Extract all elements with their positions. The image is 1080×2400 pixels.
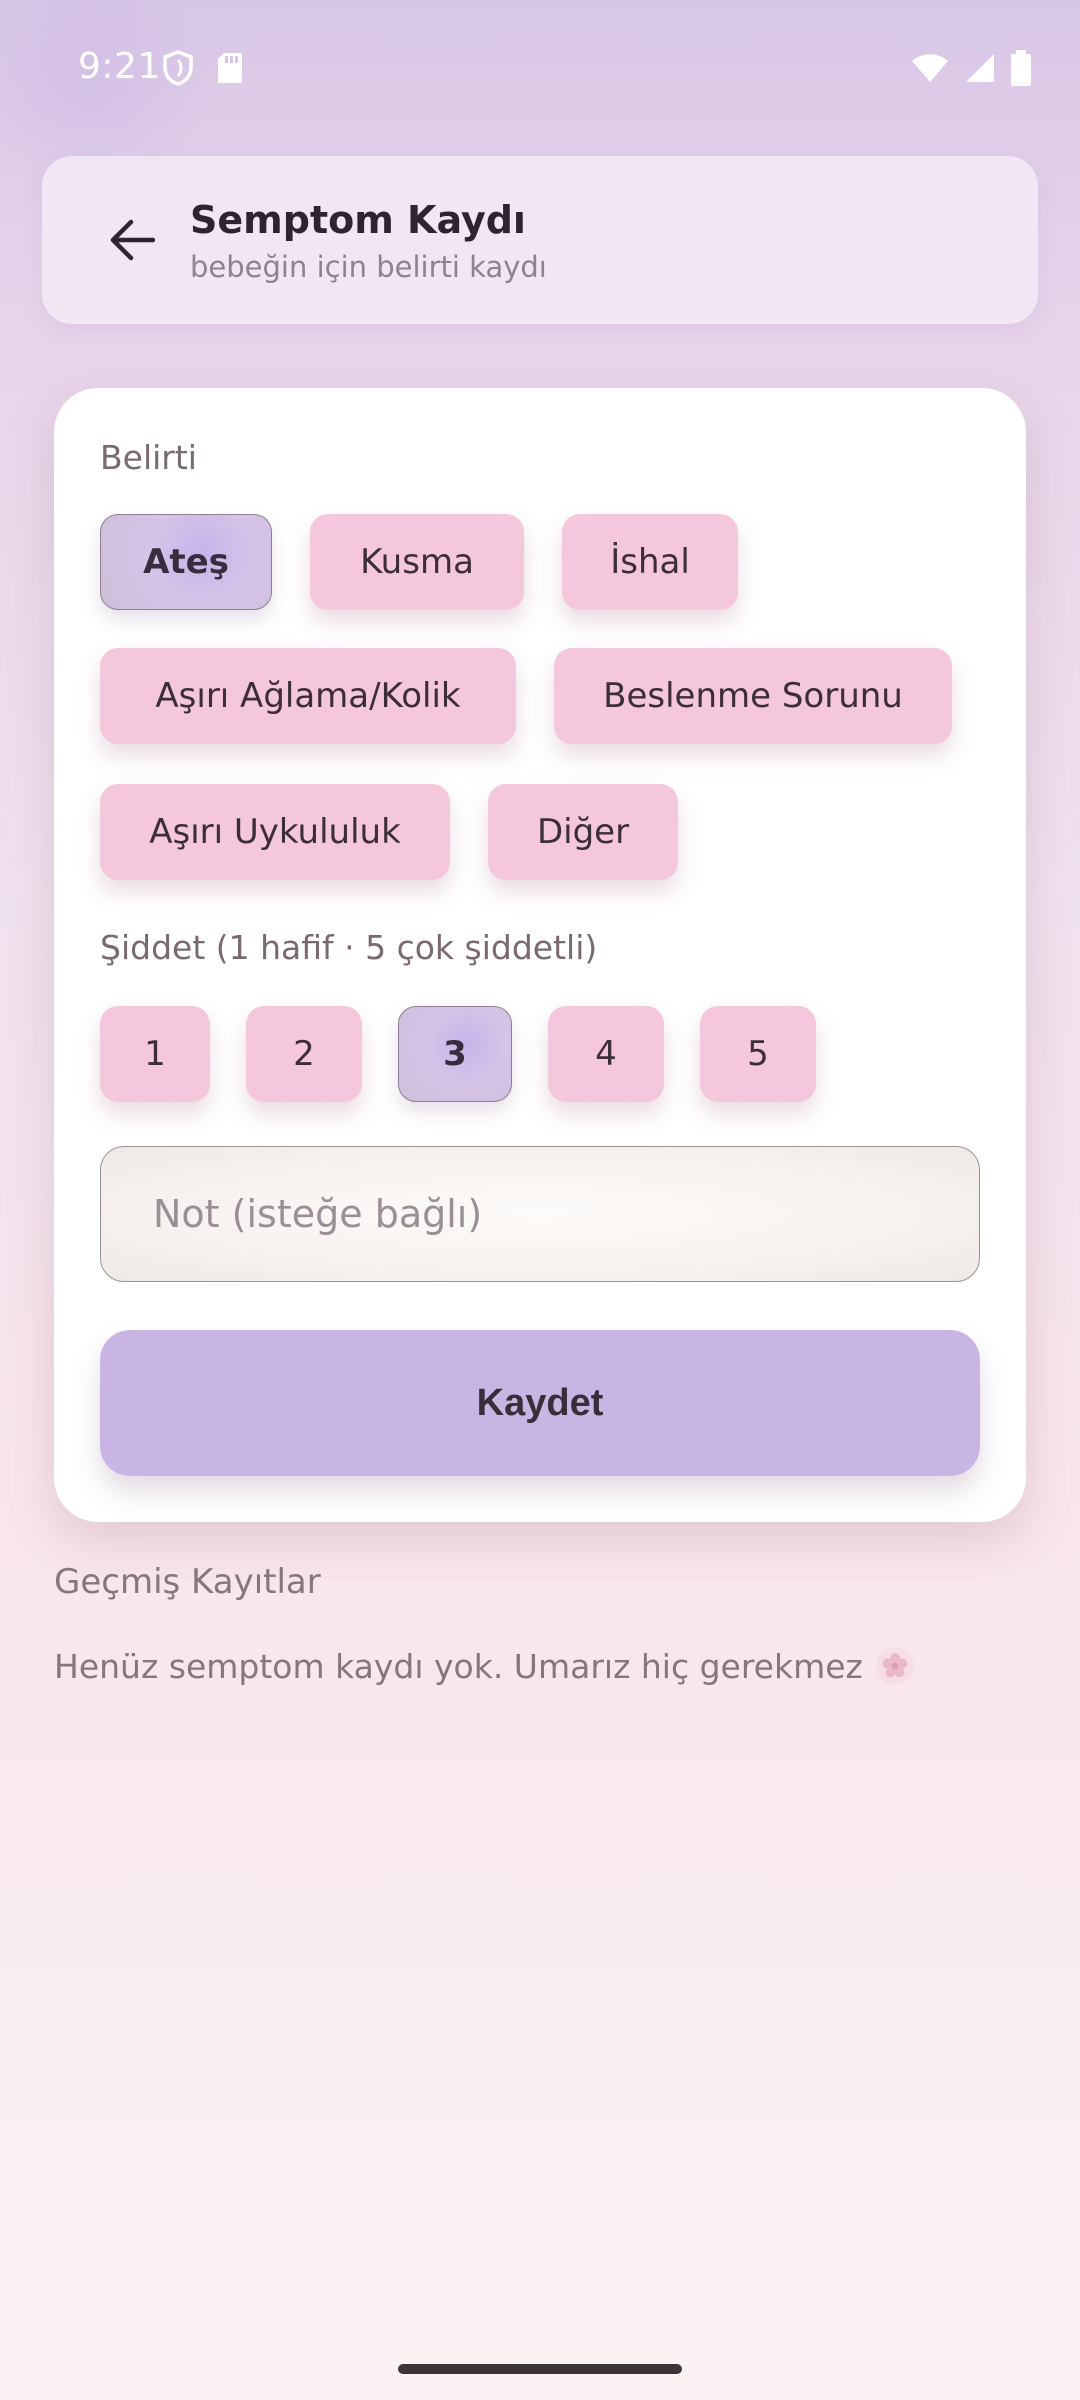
note-input[interactable]: Not (isteğe bağlı) <box>100 1146 980 1282</box>
flower-icon <box>875 1646 915 1686</box>
arrow-back-icon <box>109 219 155 261</box>
severity-chip-2[interactable]: 2 <box>246 1006 362 1102</box>
symptom-section-label: Belirti <box>100 438 197 477</box>
wifi-icon <box>910 52 950 84</box>
symptom-chip-asiri-uykululuk[interactable]: Aşırı Uykululuk <box>100 784 450 880</box>
history-empty-message: Henüz semptom kaydı yok. Umarız hiç gere… <box>54 1646 915 1686</box>
symptom-chip-diger[interactable]: Diğer <box>488 784 678 880</box>
status-bar: 9:21 <box>0 0 1080 136</box>
symptom-chip-ishal[interactable]: İshal <box>562 514 738 610</box>
symptom-chip-beslenme-sorunu[interactable]: Beslenme Sorunu <box>554 648 952 744</box>
signal-icon <box>964 52 996 84</box>
severity-section-label: Şiddet (1 hafif · 5 çok şiddetli) <box>100 928 598 967</box>
home-indicator[interactable] <box>398 2364 682 2374</box>
symptom-form-card: Belirti Ateş Kusma İshal Aşırı Ağlama/Ko… <box>54 388 1026 1522</box>
severity-chip-3[interactable]: 3 <box>398 1006 512 1102</box>
symptom-chip-asiri-aglama-kolik[interactable]: Aşırı Ağlama/Kolik <box>100 648 516 744</box>
header-card: Semptom Kaydı bebeğin için belirti kaydı <box>42 156 1038 324</box>
symptom-chip-ates[interactable]: Ateş <box>100 514 272 610</box>
shield-icon <box>162 50 194 86</box>
history-title: Geçmiş Kayıtlar <box>54 1562 321 1602</box>
back-button[interactable] <box>102 210 162 270</box>
page-title: Semptom Kaydı <box>190 198 526 242</box>
save-button[interactable]: Kaydet <box>100 1330 980 1476</box>
sd-card-icon <box>216 51 244 85</box>
history-empty-text: Henüz semptom kaydı yok. Umarız hiç gere… <box>54 1646 863 1686</box>
page-subtitle: bebeğin için belirti kaydı <box>190 250 547 284</box>
severity-chip-5[interactable]: 5 <box>700 1006 816 1102</box>
battery-icon <box>1010 50 1032 86</box>
severity-chip-4[interactable]: 4 <box>548 1006 664 1102</box>
symptom-chip-kusma[interactable]: Kusma <box>310 514 524 610</box>
status-time: 9:21 <box>78 46 161 87</box>
severity-chip-1[interactable]: 1 <box>100 1006 210 1102</box>
